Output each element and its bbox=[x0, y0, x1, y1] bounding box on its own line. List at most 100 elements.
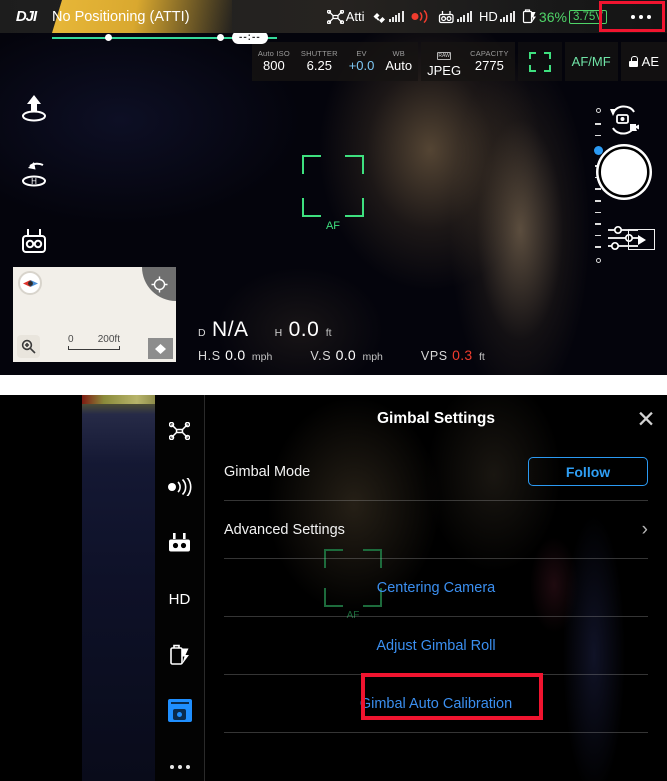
telemetry-readout: D N/A H 0.0 ft H.S 0.0 mph V.S 0.0 mph V… bbox=[198, 318, 485, 365]
slider-end-bottom bbox=[595, 257, 601, 263]
map-layer-button[interactable] bbox=[148, 338, 173, 359]
more-dots-icon bbox=[169, 764, 190, 769]
capacity-label: CAPACITY bbox=[470, 48, 509, 58]
gps-satellite-status[interactable] bbox=[372, 10, 404, 24]
page-title: Gimbal Settings bbox=[377, 410, 495, 427]
battery-status[interactable]: 36% 3.75V bbox=[522, 9, 607, 25]
scale-min: 0 bbox=[68, 334, 74, 345]
centering-camera-row[interactable]: AF Centering Camera bbox=[224, 549, 648, 621]
flight-mode-label: No Positioning (ATTI) bbox=[52, 8, 190, 25]
iso-cell[interactable]: Auto ISO 800 bbox=[258, 49, 290, 75]
af-mf-toggle[interactable]: AF/MF bbox=[564, 42, 618, 81]
chevron-right-icon: › bbox=[641, 518, 648, 540]
iso-value: 800 bbox=[263, 58, 285, 74]
downlink-status[interactable] bbox=[438, 10, 472, 24]
panel-divider bbox=[0, 375, 667, 395]
remote-controller-icon bbox=[22, 229, 46, 253]
map-scale-text: 0 200ft bbox=[68, 334, 120, 345]
vps-unit: ft bbox=[478, 351, 485, 363]
close-icon[interactable]: ✕ bbox=[635, 408, 657, 431]
shutter-value: 6.25 bbox=[306, 58, 332, 74]
hd-status[interactable]: HD bbox=[479, 9, 515, 24]
capacity-cell: CAPACITY 2775 bbox=[470, 49, 509, 75]
ae-label: AE bbox=[641, 54, 659, 69]
wb-cell[interactable]: WB Auto bbox=[385, 49, 412, 75]
return-to-home-button[interactable]: H bbox=[14, 155, 54, 195]
sidebar-item-aircraft[interactable] bbox=[161, 417, 199, 446]
battery-icon bbox=[522, 9, 536, 24]
sidebar-item-remote-controller[interactable] bbox=[161, 529, 199, 558]
distance-prefix: D bbox=[198, 327, 206, 339]
dji-logo[interactable]: DJI bbox=[0, 8, 52, 25]
gimbal-mode-row: Gimbal Mode Follow bbox=[224, 443, 648, 501]
gimbal-settings-panel: Gimbal Settings ✕ Gimbal Mode Follow Adv… bbox=[205, 395, 667, 781]
hspeed-unit: mph bbox=[251, 351, 273, 363]
gimbal-mode-value-button[interactable]: Follow bbox=[528, 457, 648, 486]
playback-button[interactable] bbox=[628, 229, 655, 250]
rc-link-status[interactable] bbox=[411, 10, 431, 23]
flight-progress-bar: --:-- bbox=[52, 31, 667, 45]
battery-percent: 36% bbox=[538, 8, 567, 25]
vspeed-label: V.S bbox=[310, 349, 332, 363]
exposure-params-group[interactable]: Auto ISO 800 SHUTTER 6.25 EV +0.0 WB Aut… bbox=[251, 42, 419, 81]
format-cell[interactable]: RAW JPEG bbox=[427, 43, 461, 79]
height-readout: H 0.0 ft bbox=[275, 318, 332, 342]
shutter-cell[interactable]: SHUTTER 6.25 bbox=[301, 49, 338, 75]
battery-icon bbox=[169, 644, 189, 665]
remote-controller-icon bbox=[169, 532, 190, 552]
wb-label: WB bbox=[392, 48, 405, 58]
horizontal-speed-readout: H.S 0.0 mph bbox=[198, 347, 272, 365]
map-scale-bar bbox=[68, 346, 120, 350]
satellite-icon bbox=[373, 12, 385, 23]
hd-label: HD bbox=[478, 9, 498, 24]
dot bbox=[185, 764, 190, 769]
af-focus-reticle[interactable]: AF bbox=[302, 155, 364, 232]
shutter-button[interactable] bbox=[601, 149, 647, 195]
sidebar-item-battery[interactable] bbox=[161, 640, 199, 669]
advanced-settings-row[interactable]: Advanced Settings › bbox=[224, 501, 648, 559]
ae-lock-button[interactable]: AE bbox=[620, 42, 667, 81]
attitude-status[interactable]: Atti bbox=[326, 9, 365, 24]
highlight-box-gimbal-auto-calibration bbox=[361, 673, 543, 720]
gimbal-mode-label: Gimbal Mode bbox=[224, 463, 311, 480]
focus-area-button[interactable] bbox=[517, 42, 562, 81]
left-toolbar: H bbox=[14, 88, 54, 262]
sidebar-item-signal[interactable] bbox=[161, 473, 199, 502]
sidebar-item-more[interactable] bbox=[161, 752, 199, 781]
sidebar-item-hd[interactable]: HD bbox=[161, 585, 199, 614]
locate-aircraft-button[interactable] bbox=[142, 267, 176, 301]
magnifier-icon bbox=[21, 339, 36, 354]
telemetry-primary-row: D N/A H 0.0 ft bbox=[198, 318, 485, 342]
vspeed-value: 0.0 bbox=[335, 347, 356, 363]
takeoff-button[interactable] bbox=[14, 88, 54, 128]
ev-cell[interactable]: EV +0.0 bbox=[349, 49, 375, 75]
vps-label: VPS bbox=[420, 349, 448, 363]
photo-video-toggle-button[interactable] bbox=[603, 105, 645, 135]
af-focus-reticle-ghost: AF bbox=[324, 549, 382, 621]
flight-bar-marker bbox=[105, 34, 112, 41]
dot bbox=[169, 764, 174, 769]
vps-readout: VPS 0.3 ft bbox=[421, 347, 485, 365]
storage-group[interactable]: RAW JPEG CAPACITY 2775 bbox=[421, 42, 515, 81]
mini-map[interactable]: 0 200ft bbox=[13, 267, 176, 362]
highlight-box-more-menu bbox=[599, 1, 665, 32]
distance-value: N/A bbox=[212, 318, 249, 341]
gimbal-auto-calibration-row[interactable]: Gimbal Auto Calibration bbox=[224, 673, 648, 733]
sidebar-item-gimbal[interactable] bbox=[161, 696, 199, 725]
af-reticle-label: AF bbox=[325, 220, 341, 232]
adjust-gimbal-roll-row[interactable]: Adjust Gimbal Roll bbox=[224, 617, 648, 675]
hspeed-value: 0.0 bbox=[225, 347, 246, 363]
gimbal-settings-view: HD Gimbal Settings ✕ Gimbal Mode Follow … bbox=[0, 395, 667, 781]
hd-signal-bars bbox=[499, 11, 515, 22]
map-zoom-button[interactable] bbox=[17, 335, 40, 358]
attitude-label: Atti bbox=[345, 9, 365, 24]
iso-label: Auto ISO bbox=[257, 48, 290, 58]
map-scale: 0 200ft bbox=[68, 334, 120, 350]
compass-icon[interactable] bbox=[18, 271, 42, 295]
height-value: 0.0 bbox=[288, 318, 320, 341]
settings-sidebar: HD bbox=[155, 395, 205, 781]
remote-controller-button[interactable] bbox=[14, 222, 54, 262]
camera-parameter-strip: Auto ISO 800 SHUTTER 6.25 EV +0.0 WB Aut… bbox=[251, 42, 667, 81]
top-status-bar: DJI No Positioning (ATTI) Atti HD 36% 3.… bbox=[0, 0, 667, 33]
gimbal-settings-header: Gimbal Settings ✕ bbox=[205, 395, 667, 443]
